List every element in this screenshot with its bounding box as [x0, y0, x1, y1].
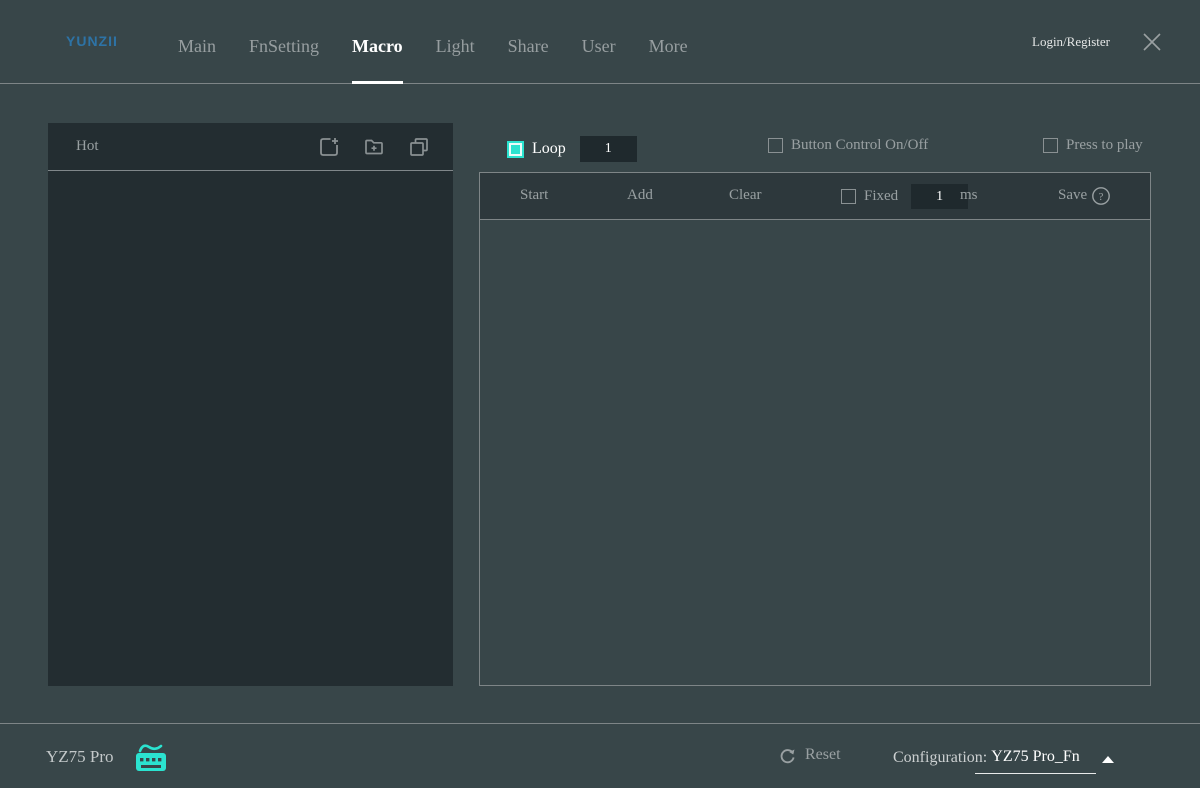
tab-macro[interactable]: Macro: [352, 0, 403, 83]
macro-list-header: Hot: [48, 123, 453, 171]
copy-icon[interactable]: [408, 136, 430, 158]
footer-bar: YZ75 Pro Reset Configuration: YZ75 Pro_F…: [0, 724, 1200, 788]
tab-user[interactable]: User: [582, 0, 616, 83]
macro-list-panel: Hot: [48, 123, 453, 686]
app-logo: YUNZII: [66, 33, 118, 49]
button-control-group: Button Control On/Off: [768, 137, 928, 154]
macro-editor-panel: Start Add Clear Fixed ms Save ?: [479, 172, 1151, 686]
ms-unit-label: ms: [960, 187, 978, 204]
macro-list-actions: [318, 136, 430, 158]
macro-list-body: [48, 171, 453, 685]
svg-text:?: ?: [1099, 191, 1104, 203]
tab-main[interactable]: Main: [178, 0, 216, 83]
press-to-play-checkbox[interactable]: [1043, 138, 1058, 153]
login-register-link[interactable]: Login/Register: [1032, 34, 1110, 50]
new-macro-icon[interactable]: [318, 136, 340, 158]
chevron-up-icon[interactable]: [1102, 756, 1114, 763]
fixed-label: Fixed: [864, 188, 898, 205]
reset-button[interactable]: Reset: [779, 746, 841, 764]
configuration-value: YZ75 Pro_Fn: [975, 748, 1096, 766]
reset-icon: [779, 747, 796, 764]
press-to-play-group: Press to play: [1043, 137, 1143, 154]
clear-button[interactable]: Clear: [729, 187, 761, 204]
tab-more[interactable]: More: [649, 0, 688, 83]
configuration-select[interactable]: YZ75 Pro_Fn: [975, 742, 1096, 774]
tab-light[interactable]: Light: [436, 0, 475, 83]
fixed-delay-group: Fixed: [841, 184, 968, 209]
keyboard-icon[interactable]: [133, 740, 169, 774]
close-icon[interactable]: [1140, 30, 1164, 54]
help-icon[interactable]: ?: [1091, 186, 1111, 206]
main-nav: Main FnSetting Macro Light Share User Mo…: [178, 0, 688, 83]
tab-fnsetting[interactable]: FnSetting: [249, 0, 319, 83]
start-button[interactable]: Start: [520, 187, 548, 204]
loop-count-input[interactable]: [580, 136, 637, 162]
configuration-label: Configuration:: [893, 749, 987, 767]
macro-controls-row: Loop Button Control On/Off Press to play: [480, 130, 1150, 164]
tab-share[interactable]: Share: [508, 0, 549, 83]
macro-steps-area: [480, 220, 1150, 686]
save-button[interactable]: Save: [1058, 187, 1087, 204]
button-control-checkbox[interactable]: [768, 138, 783, 153]
device-name: YZ75 Pro: [46, 747, 114, 767]
macro-editor-toolbar: Start Add Clear Fixed ms Save ?: [480, 173, 1150, 220]
top-bar: YUNZII Main FnSetting Macro Light Share …: [0, 0, 1200, 84]
add-button[interactable]: Add: [627, 187, 653, 204]
macro-group-title: Hot: [76, 138, 99, 155]
loop-label: Loop: [532, 140, 566, 158]
reset-label: Reset: [805, 746, 841, 764]
new-folder-icon[interactable]: [363, 136, 385, 158]
fixed-checkbox[interactable]: [841, 189, 856, 204]
loop-checkbox[interactable]: [507, 141, 524, 158]
button-control-label: Button Control On/Off: [791, 137, 928, 154]
press-to-play-label: Press to play: [1066, 137, 1143, 154]
loop-group: Loop: [507, 136, 637, 162]
